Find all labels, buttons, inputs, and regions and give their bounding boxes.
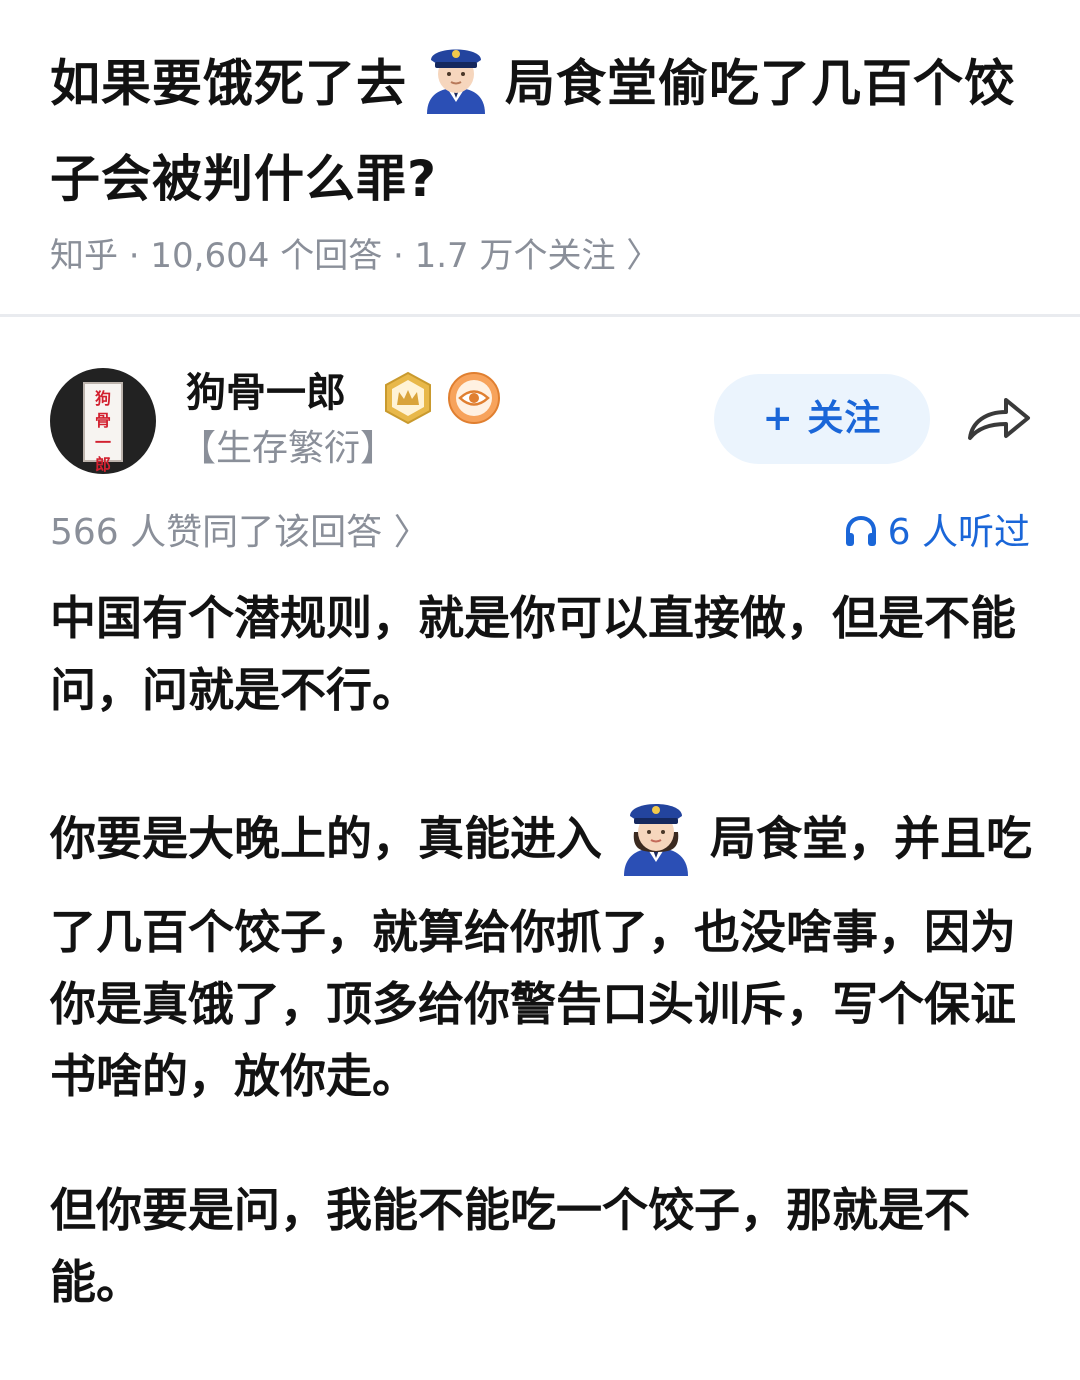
avatar-sign-text: 狗 骨 一 郎: [94, 389, 111, 474]
eye-badge-icon[interactable]: [446, 370, 502, 430]
question-title-part1: 如果要饿死了去: [50, 54, 407, 113]
avatar-sign: 狗 骨 一 郎: [83, 382, 123, 474]
follow-button[interactable]: + 关注: [714, 374, 930, 464]
listen-count-text: 6 人听过: [887, 512, 1030, 553]
avatar[interactable]: 狗 骨 一 郎: [50, 368, 156, 474]
answer-paragraph-2-before: 你要是大晚上的，真能进入: [50, 811, 602, 866]
question-title[interactable]: 如果要饿死了去 局食堂偷吃了几百个饺子会被判什么罪?: [50, 36, 1040, 220]
police-officer-icon: [417, 36, 495, 138]
answer-stats: 566 人赞同了该回答 〉 6 人听过: [50, 508, 1030, 558]
question-header: 如果要饿死了去 局食堂偷吃了几百个饺子会被判什么罪? 知乎 · 10,604 个…: [50, 36, 1040, 278]
crown-badge-icon[interactable]: [380, 370, 436, 430]
answer-body: 中国有个潜规则，就是你可以直接做，但是不能问，问就是不行。 你要是大晚上的，真能…: [50, 582, 1040, 1380]
share-icon[interactable]: [966, 394, 1032, 448]
answer-paragraph-1: 中国有个潜规则，就是你可以直接做，但是不能问，问就是不行。: [50, 591, 1016, 717]
section-divider: [0, 314, 1080, 317]
headphones-icon: [845, 515, 876, 546]
agree-count-link[interactable]: 566 人赞同了该回答 〉: [50, 508, 430, 558]
police-officer-female-icon: [612, 788, 700, 896]
question-meta[interactable]: 知乎 · 10,604 个回答 · 1.7 万个关注 〉: [50, 234, 1040, 278]
author-name[interactable]: 狗骨一郎: [186, 368, 346, 418]
answer-paragraph-3: 但你要是问，我能不能吃一个饺子，那就是不能。: [50, 1183, 970, 1309]
listen-count[interactable]: 6 人听过: [844, 508, 1030, 558]
answer-paragraph-2: 你要是大晚上的，真能进入 局食堂，并且吃了几百个饺子，就算给你抓了，也没啥事，因…: [50, 788, 1040, 1112]
author-row: 狗 骨 一 郎 狗骨一郎 【生存繁衍】 + 关注: [50, 368, 1040, 478]
author-tag: 【生存繁衍】: [180, 428, 397, 469]
